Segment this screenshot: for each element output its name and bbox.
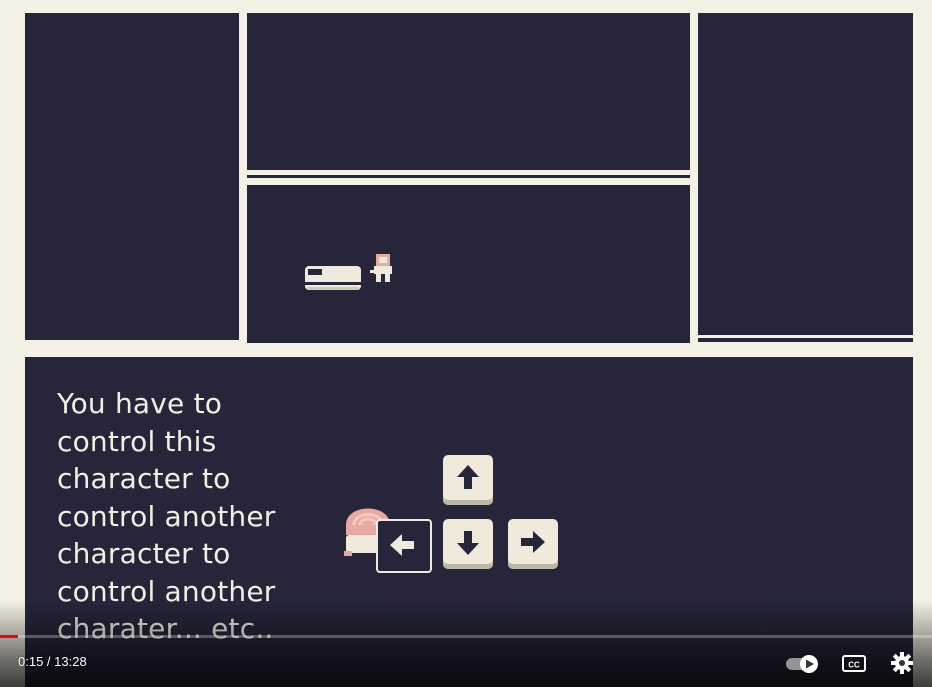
caption-line: character to [57,537,231,570]
svg-text:CC: CC [848,661,860,670]
caption-line: control this [57,424,217,458]
cc-icon[interactable]: CC [841,650,867,676]
arrow-down-icon [457,531,479,555]
panel-divider [25,336,239,340]
panel-middle-center [247,185,690,343]
time-separator: / [43,654,55,669]
caption-line: You have to [57,387,223,420]
arrow-up-key [443,455,493,505]
autoplay-toggle[interactable] [785,650,821,676]
panel-divider [698,338,913,342]
panel-top-left [25,13,239,336]
progress-bar[interactable] [0,635,932,638]
panel-divider [247,175,690,178]
caption-line: character to [57,462,231,495]
arrow-right-key [508,519,558,569]
caption-line: control another [57,574,276,608]
arrow-left-icon [390,534,414,556]
gear-icon[interactable] [889,650,915,676]
duration: 13:28 [54,654,87,669]
arrow-right-icon [521,531,545,553]
video-frame[interactable]: You have to control this character to co… [0,0,932,687]
arrow-up-icon [457,465,479,489]
panel-top-right [698,13,913,335]
tiny-character-sprite [370,254,392,282]
arrow-down-key [443,519,493,569]
panel-top-center [247,13,690,170]
time-display: 0:15 / 13:28 [18,654,87,669]
caption-line: charater... etc.. [57,612,274,645]
caption-text: You have to control this character to co… [57,385,347,648]
progress-played [0,635,18,638]
caption-line: control another [57,499,276,533]
current-time: 0:15 [18,654,44,669]
arrow-left-key [376,519,432,573]
bed-sprite [305,266,361,290]
